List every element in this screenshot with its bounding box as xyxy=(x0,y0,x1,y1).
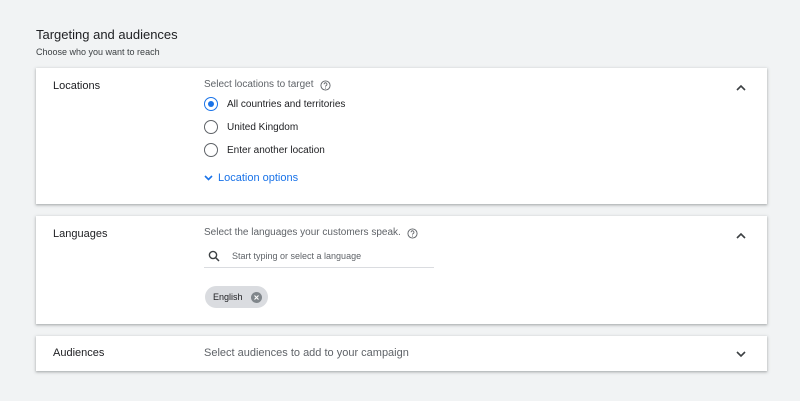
radio-united-kingdom[interactable] xyxy=(204,120,218,134)
language-search xyxy=(204,244,434,268)
audiences-hint: Select audiences to add to your campaign xyxy=(204,347,409,359)
audiences-card[interactable]: Audiences Select audiences to add to you… xyxy=(36,336,767,371)
help-icon[interactable] xyxy=(319,79,331,91)
language-chip-english: English xyxy=(205,286,268,308)
chevron-down-icon xyxy=(736,350,746,357)
chevron-up-icon xyxy=(736,232,746,239)
chip-remove-button[interactable] xyxy=(250,291,262,303)
location-option-all[interactable]: All countries and territories xyxy=(204,96,345,112)
help-icon[interactable] xyxy=(407,227,418,239)
chevron-up-icon xyxy=(736,84,746,91)
audiences-label: Audiences xyxy=(53,347,105,359)
chip-label: English xyxy=(213,292,243,302)
location-option-other[interactable]: Enter another location xyxy=(204,142,325,158)
page-subtitle: Choose who you want to reach xyxy=(36,47,160,57)
close-icon xyxy=(253,294,259,300)
locations-card: Locations Select locations to target All… xyxy=(36,68,767,204)
page-title: Targeting and audiences xyxy=(36,27,178,42)
languages-card: Languages Select the languages your cust… xyxy=(36,216,767,324)
locations-hint-text: Select locations to target xyxy=(204,79,314,90)
section-header: Targeting and audiences Choose who you w… xyxy=(36,27,178,58)
radio-another-location[interactable] xyxy=(204,143,218,157)
location-options-label: Location options xyxy=(218,172,299,184)
languages-hint-text: Select the languages your customers spea… xyxy=(204,227,401,238)
languages-hint: Select the languages your customers spea… xyxy=(204,227,418,239)
languages-collapse-button[interactable] xyxy=(733,227,749,243)
search-icon xyxy=(208,250,220,262)
locations-label: Locations xyxy=(53,80,101,92)
audiences-expand-button[interactable] xyxy=(733,346,749,362)
radio-label: United Kingdom xyxy=(227,121,299,133)
radio-label: Enter another location xyxy=(227,144,325,156)
language-search-input[interactable] xyxy=(232,250,432,261)
radio-label: All countries and territories xyxy=(227,98,346,110)
locations-collapse-button[interactable] xyxy=(733,79,749,95)
chevron-down-icon xyxy=(204,175,213,181)
languages-label: Languages xyxy=(53,228,108,240)
locations-hint: Select locations to target xyxy=(204,79,331,91)
location-options-link[interactable]: Location options xyxy=(204,172,298,184)
location-option-uk[interactable]: United Kingdom xyxy=(204,119,298,135)
radio-all-countries[interactable] xyxy=(204,97,218,111)
